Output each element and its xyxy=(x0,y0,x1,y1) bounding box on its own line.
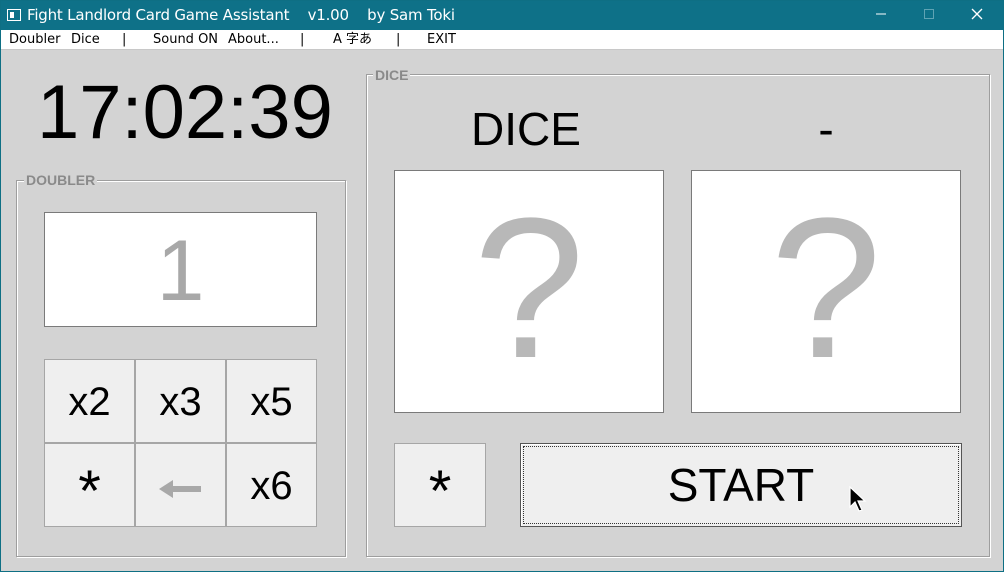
doubler-value: 1 xyxy=(156,223,205,319)
title-bar[interactable]: Fight Landlord Card Game Assistant v1.00… xyxy=(1,1,1003,30)
multiply-6-button[interactable]: x6 xyxy=(226,443,317,527)
dice-group-label: DICE xyxy=(373,67,411,83)
doubler-star-button[interactable]: * xyxy=(44,443,135,527)
window-title: Fight Landlord Card Game Assistant v1.00… xyxy=(27,6,455,24)
star-icon: * xyxy=(78,459,101,524)
menu-separator: | xyxy=(300,32,305,47)
menu-about[interactable]: About... xyxy=(228,32,279,48)
menu-bar: Doubler Dice | Sound ON About... | A 字あ … xyxy=(1,30,1003,50)
dice-title: DICE xyxy=(471,103,581,155)
backspace-button[interactable] xyxy=(135,443,226,527)
menu-separator: | xyxy=(396,32,401,47)
doubler-group-label: DOUBLER xyxy=(24,172,98,188)
menu-separator: | xyxy=(122,32,127,47)
maximize-button[interactable] xyxy=(905,1,953,30)
die-2-face: ? xyxy=(770,177,882,400)
menu-doubler[interactable]: Doubler xyxy=(9,32,60,48)
die-1-face: ? xyxy=(473,177,585,400)
start-button[interactable]: START xyxy=(520,443,962,527)
die-2: ? xyxy=(691,170,961,413)
multiply-3-button[interactable]: x3 xyxy=(135,359,226,443)
maximize-icon xyxy=(924,9,934,19)
app-window: Fight Landlord Card Game Assistant v1.00… xyxy=(0,0,1004,572)
close-icon xyxy=(971,8,983,20)
multiply-5-button[interactable]: x5 xyxy=(226,359,317,443)
mouse-cursor-icon xyxy=(849,486,867,512)
left-arrow-icon xyxy=(158,480,201,498)
close-button[interactable] xyxy=(953,1,1001,30)
clock-display: 17:02:39 xyxy=(37,70,333,155)
menu-language[interactable]: A 字あ xyxy=(333,32,372,48)
menu-sound[interactable]: Sound ON xyxy=(153,32,218,48)
star-icon: * xyxy=(428,459,452,524)
minimize-icon xyxy=(876,13,886,15)
menu-exit[interactable]: EXIT xyxy=(427,32,456,48)
app-icon xyxy=(7,9,21,21)
menu-dice[interactable]: Dice xyxy=(71,32,100,48)
doubler-display: 1 xyxy=(44,212,317,327)
dice-result: - xyxy=(818,103,834,155)
die-1: ? xyxy=(394,170,664,413)
multiply-2-button[interactable]: x2 xyxy=(44,359,135,443)
dice-star-button[interactable]: * xyxy=(394,443,486,527)
minimize-button[interactable] xyxy=(857,1,905,30)
